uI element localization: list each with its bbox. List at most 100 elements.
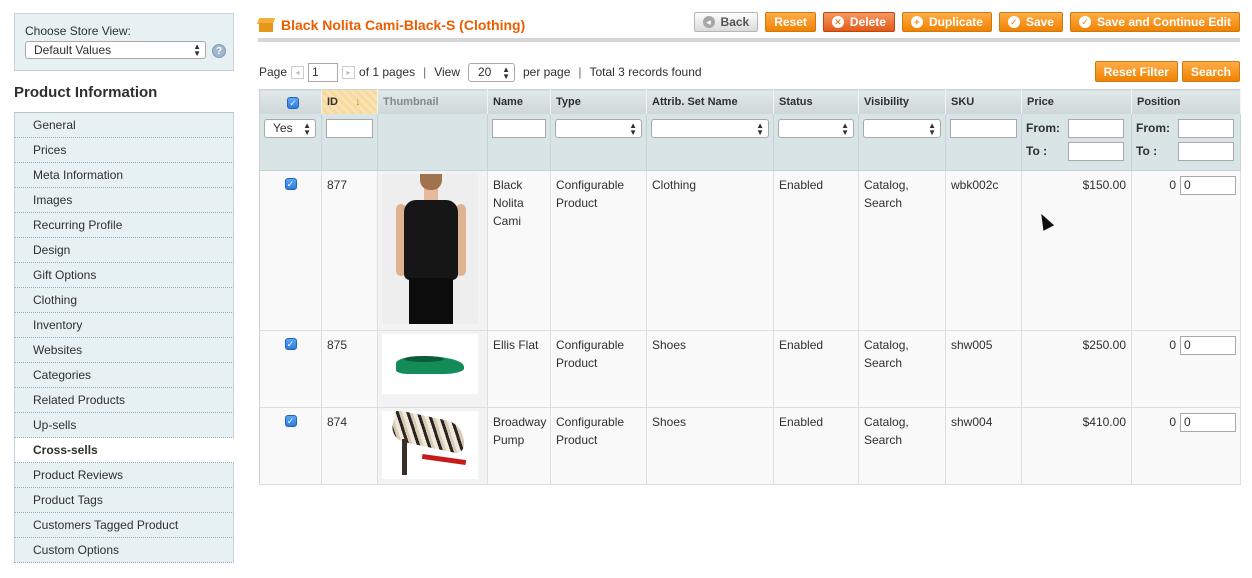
help-icon[interactable]: ? [212,44,226,58]
tab-related-products[interactable]: Related Products [14,388,234,413]
tab-customers-tagged-product[interactable]: Customers Tagged Product [14,513,234,538]
table-row[interactable]: ✓ 877 Black Nolita Cami Configurable Pro… [259,170,1241,331]
select-arrows-icon: ▲ ▼ [502,64,510,81]
column-header-position[interactable]: Position [1131,89,1241,114]
in-products-filter-select[interactable]: Yes ▲ ▼ [264,118,316,138]
cell-price: $250.00 [1021,330,1132,408]
page-title-text: Black Nolita Cami-Black-S (Clothing) [281,17,526,33]
cell-id: 875 [321,330,378,408]
save-and-continue-button[interactable]: ✓ Save and Continue Edit [1069,12,1240,32]
row-checkbox[interactable]: ✓ [284,178,297,190]
name-filter-input[interactable] [492,118,546,138]
store-switcher: Choose Store View: Default Values ▲ ▼ ? [14,13,234,71]
next-page-icon[interactable]: ▸ [342,65,356,79]
store-view-select[interactable]: Default Values ▲ ▼ [25,41,206,59]
sidebar: Choose Store View: Default Values ▲ ▼ ? P… [14,13,234,563]
table-row[interactable]: ✓ 874 Broadway Pump Configurable Product… [259,407,1241,485]
checkmark-icon: ✓ [1078,16,1091,28]
back-button[interactable]: ◂ Back [693,12,759,32]
store-view-label: Choose Store View: [25,24,131,38]
type-filter-select[interactable]: ▲ ▼ [555,118,642,138]
tab-custom-options[interactable]: Custom Options [14,538,234,563]
column-header-sku[interactable]: SKU [945,89,1022,114]
cell-type: Configurable Product [550,407,647,485]
tab-product-reviews[interactable]: Product Reviews [14,463,234,488]
select-all-checkbox[interactable]: ✓ [287,96,299,109]
product-box-icon [256,18,276,32]
price-to-input[interactable] [1068,141,1124,161]
reset-button[interactable]: Reset [765,12,816,32]
id-filter-input[interactable] [326,118,373,138]
total-records-text: Total 3 records found [589,65,702,79]
content-header: Black Nolita Cami-Black-S (Clothing) ◂ B… [256,12,1240,42]
tab-categories[interactable]: Categories [14,363,234,388]
cell-sku: wbk002c [945,170,1022,331]
filter-price-cell: From: To : [1021,113,1132,171]
attrib-set-filter-select[interactable]: ▲ ▼ [651,118,769,138]
filter-buttons: Reset Filter Search [1094,61,1240,82]
filter-status-cell: ▲ ▼ [773,113,859,171]
reset-filter-button[interactable]: Reset Filter [1094,61,1178,82]
select-arrows-icon: ▲ ▼ [629,120,637,137]
tab-cross-sells[interactable]: Cross-sells [14,438,234,463]
tab-general[interactable]: General [14,113,234,138]
sku-filter-input[interactable] [950,118,1017,138]
tab-meta-information[interactable]: Meta Information [14,163,234,188]
position-value: 0 [1169,415,1176,429]
position-value: 0 [1169,178,1176,192]
position-input[interactable]: 0 [1180,336,1236,355]
cell-status: Enabled [773,330,859,408]
position-to-label: To : [1136,144,1158,158]
per-page-select[interactable]: 20 ▲ ▼ [468,62,515,82]
duplicate-button[interactable]: + Duplicate [901,12,992,32]
row-checkbox-cell: ✓ [259,330,322,408]
tab-clothing[interactable]: Clothing [14,288,234,313]
view-label: View [434,65,460,79]
position-input[interactable]: 0 [1180,413,1236,432]
position-input[interactable]: 0 [1180,176,1236,195]
grid-filter-row: Yes ▲ ▼ ▲ ▼ ▲ ▼ ▲ ▼ ▲ ▼ From: To : From: To : [259,113,1241,171]
column-header-price[interactable]: Price [1021,89,1132,114]
filter-position-cell: From: To : [1131,113,1241,171]
row-checkbox[interactable]: ✓ [284,338,297,350]
price-from-label: From: [1026,121,1060,135]
column-header-id[interactable]: ID ↓ [321,89,378,114]
position-value: 0 [1169,338,1176,352]
column-header-status[interactable]: Status [773,89,859,114]
prev-page-icon[interactable]: ◂ [291,65,305,79]
price-from-input[interactable] [1068,118,1124,138]
column-header-name[interactable]: Name [487,89,551,114]
cell-type: Configurable Product [550,330,647,408]
tab-product-tags[interactable]: Product Tags [14,488,234,513]
row-checkbox-cell: ✓ [259,407,322,485]
tab-up-sells[interactable]: Up-sells [14,413,234,438]
visibility-filter-select[interactable]: ▲ ▼ [863,118,941,138]
delete-button[interactable]: ✕ Delete [822,12,895,32]
cell-attrib-set: Clothing [646,170,774,331]
column-header-visibility[interactable]: Visibility [858,89,946,114]
column-header-type[interactable]: Type [550,89,647,114]
save-button[interactable]: ✓ Save [998,12,1063,32]
back-arrow-icon: ◂ [702,16,715,28]
status-filter-select[interactable]: ▲ ▼ [778,118,854,138]
table-row[interactable]: ✓ 875 Ellis Flat Configurable Product Sh… [259,330,1241,408]
tab-inventory[interactable]: Inventory [14,313,234,338]
search-button[interactable]: Search [1181,61,1240,82]
save-button-label: Save [1025,15,1054,29]
tab-design[interactable]: Design [14,238,234,263]
save-and-continue-label: Save and Continue Edit [1096,15,1231,29]
tab-prices[interactable]: Prices [14,138,234,163]
row-checkbox[interactable]: ✓ [284,415,297,427]
column-header-attrib-set[interactable]: Attrib. Set Name [646,89,774,114]
tab-websites[interactable]: Websites [14,338,234,363]
tab-gift-options[interactable]: Gift Options [14,263,234,288]
tab-images[interactable]: Images [14,188,234,213]
checkmark-icon: ✓ [1007,16,1020,28]
select-all-header[interactable]: ✓ [259,89,322,114]
position-to-input[interactable] [1178,141,1234,161]
cell-thumbnail [377,407,488,485]
position-from-input[interactable] [1178,118,1234,138]
page-number-input[interactable]: 1 [308,62,339,82]
filter-thumbnail-cell [377,113,488,171]
tab-recurring-profile[interactable]: Recurring Profile [14,213,234,238]
